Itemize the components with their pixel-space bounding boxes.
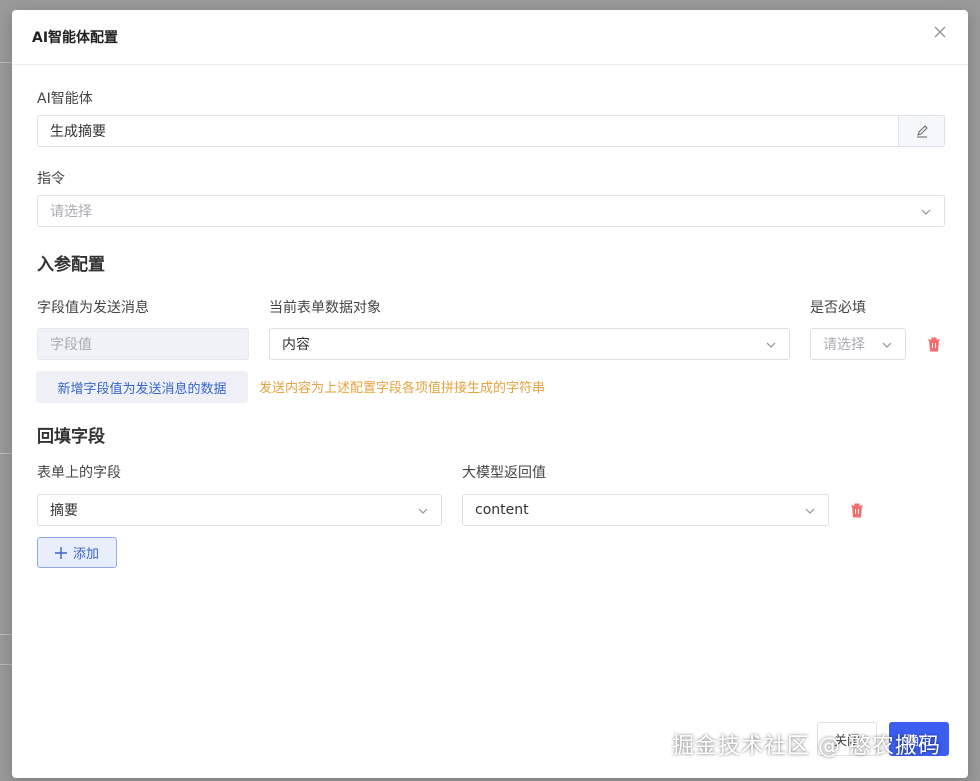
delete-param-icon[interactable] (926, 336, 942, 352)
edit-agent-button[interactable] (898, 116, 944, 146)
bg-divider (0, 634, 12, 635)
command-placeholder: 请选择 (50, 204, 92, 220)
required-select[interactable]: 请选择 (810, 328, 906, 360)
chevron-down-icon (805, 508, 815, 514)
concat-hint-text: 发送内容为上述配置字段各项值拼接生成的字符串 (259, 381, 546, 396)
add-backfill-button[interactable]: 添加 (37, 537, 117, 568)
close-icon[interactable] (930, 22, 950, 42)
field-value-input: 字段值 (37, 328, 249, 360)
input-config-title: 入参配置 (37, 255, 105, 275)
form-field-select[interactable]: 摘要 (37, 494, 442, 526)
form-field-column-label: 表单上的字段 (37, 465, 121, 481)
backfill-title: 回填字段 (37, 427, 105, 447)
model-return-column-label: 大模型返回值 (462, 465, 546, 481)
chevron-down-icon (882, 342, 892, 348)
chevron-down-icon (921, 209, 931, 215)
plus-icon (54, 546, 67, 559)
form-field-value: 摘要 (50, 503, 78, 519)
form-object-select[interactable]: 内容 (269, 328, 790, 360)
add-message-field-button[interactable]: 新增字段值为发送消息的数据 (36, 371, 248, 403)
dialog-header: AI智能体配置 (12, 10, 968, 65)
required-placeholder: 请选择 (823, 337, 865, 353)
agent-value: 生成摘要 (50, 124, 106, 140)
required-column-label: 是否必填 (810, 300, 866, 316)
field-value-column-label: 字段值为发送消息 (37, 300, 149, 316)
command-label: 指令 (37, 171, 65, 187)
agent-input[interactable]: 生成摘要 (37, 115, 945, 147)
bg-divider (0, 664, 12, 665)
bg-divider (0, 453, 12, 454)
command-select[interactable]: 请选择 (37, 195, 945, 227)
model-return-value: content (475, 502, 529, 518)
agent-label: AI智能体 (37, 91, 93, 107)
edit-icon (916, 125, 928, 138)
form-object-value: 内容 (282, 337, 310, 353)
ai-agent-config-dialog: AI智能体配置 AI智能体 生成摘要 指令 请选择 入参配置 字段值为发送消息 … (12, 10, 968, 778)
model-return-select[interactable]: content (462, 494, 829, 526)
chevron-down-icon (418, 508, 428, 514)
field-value-placeholder: 字段值 (50, 337, 92, 353)
delete-backfill-icon[interactable] (849, 502, 865, 518)
dialog-title: AI智能体配置 (32, 30, 119, 46)
bg-divider (0, 62, 12, 63)
chevron-down-icon (766, 342, 776, 348)
add-backfill-label: 添加 (72, 547, 99, 562)
watermark-text: 掘金技术社区 @ 憨农搬码 (672, 734, 941, 759)
form-object-column-label: 当前表单数据对象 (269, 300, 381, 316)
